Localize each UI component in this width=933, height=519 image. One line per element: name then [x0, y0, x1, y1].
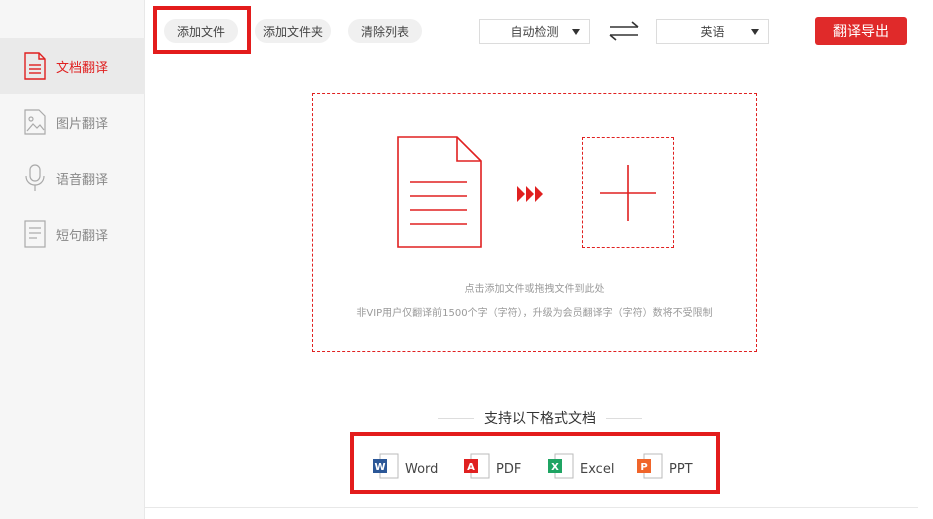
sidebar-item-voice-translate[interactable]: 语音翻译: [0, 150, 145, 206]
format-label: PPT: [669, 461, 693, 477]
source-language-select[interactable]: 自动检测: [479, 19, 590, 44]
sidebar-item-label: 图片翻译: [56, 116, 109, 132]
target-language-select[interactable]: 英语: [656, 19, 769, 44]
highlight-box: [153, 6, 251, 54]
target-language-value: 英语: [700, 25, 725, 39]
sidebar-item-label: 短句翻译: [56, 228, 109, 244]
format-pdf: A PDF: [464, 453, 521, 479]
toolbar: 添加文件 添加文件夹 清除列表 自动检测 英语 翻译导出: [145, 0, 933, 62]
main-content: 点击添加文件或拖拽文件到此处 非VIP用户仅翻译前1500个字（字符），升级为会…: [145, 62, 933, 519]
add-target-box[interactable]: [582, 137, 674, 248]
format-ppt: P PPT: [637, 453, 693, 479]
sidebar-item-sentence-translate[interactable]: 短句翻译: [0, 206, 145, 262]
microphone-icon: [22, 163, 48, 193]
drop-hint-text: 点击添加文件或拖拽文件到此处: [464, 284, 605, 295]
divider: [145, 507, 918, 508]
divider: [438, 417, 474, 419]
sidebar-item-label: 语音翻译: [56, 172, 109, 188]
svg-text:W: W: [374, 462, 385, 473]
supported-formats-list: W Word A PDF X Excel P PPT: [350, 432, 720, 494]
forward-arrows-icon: [516, 184, 546, 208]
file-drop-zone[interactable]: 点击添加文件或拖拽文件到此处 非VIP用户仅翻译前1500个字（字符），升级为会…: [312, 93, 757, 352]
swap-arrows-icon[interactable]: [608, 20, 640, 42]
text-icon: [22, 219, 48, 249]
format-label: PDF: [496, 461, 522, 477]
divider: [606, 417, 642, 419]
chevron-down-icon: [751, 29, 759, 35]
sidebar-item-label: 文档翻译: [56, 60, 109, 76]
pdf-icon: A: [464, 453, 490, 479]
image-icon: [22, 107, 48, 137]
format-word: W Word: [373, 453, 438, 479]
vip-notice-text: 非VIP用户仅翻译前1500个字（字符），升级为会员翻译字（字符）数将不受限制: [356, 308, 713, 319]
clear-list-button[interactable]: 清除列表: [348, 19, 422, 43]
ppt-icon: P: [637, 453, 663, 479]
chevron-down-icon: [572, 29, 580, 35]
translate-export-button[interactable]: 翻译导出: [815, 17, 907, 45]
sidebar: 文档翻译 图片翻译 语音翻译 短句翻译: [0, 0, 145, 519]
source-language-value: 自动检测: [510, 25, 559, 39]
svg-text:P: P: [640, 462, 647, 473]
add-folder-button[interactable]: 添加文件夹: [255, 19, 331, 43]
excel-icon: X: [548, 453, 574, 479]
formats-header: 支持以下格式文档: [420, 408, 660, 428]
formats-title: 支持以下格式文档: [484, 411, 596, 427]
app-window: 文档翻译 图片翻译 语音翻译 短句翻译 添加文件 添加文件夹 清除列表 自动检测…: [0, 0, 933, 519]
document-icon: [22, 51, 48, 81]
document-illustration-icon: [397, 136, 483, 252]
svg-text:A: A: [467, 462, 475, 473]
format-excel: X Excel: [548, 453, 614, 479]
format-label: Excel: [580, 461, 615, 477]
sidebar-item-image-translate[interactable]: 图片翻译: [0, 94, 145, 150]
plus-icon: [600, 165, 656, 221]
svg-text:X: X: [551, 462, 559, 473]
format-label: Word: [405, 461, 439, 477]
sidebar-item-document-translate[interactable]: 文档翻译: [0, 38, 145, 94]
word-icon: W: [373, 453, 399, 479]
